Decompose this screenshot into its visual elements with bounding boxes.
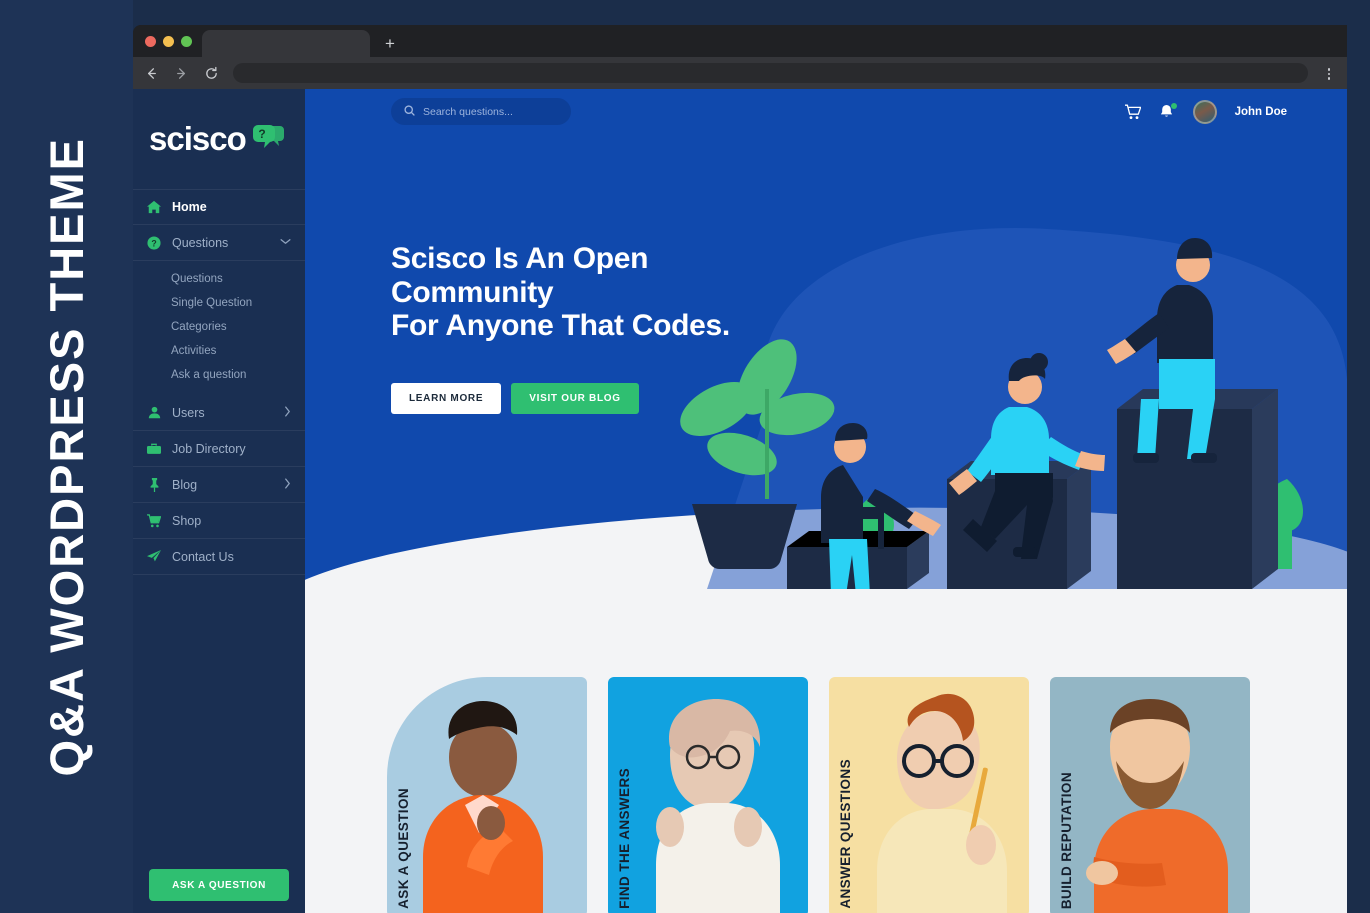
sidebar-item-home[interactable]: Home <box>133 189 305 225</box>
sidebar-item-users[interactable]: Users <box>133 395 305 431</box>
new-tab-button[interactable]: + <box>376 30 404 57</box>
search-input[interactable]: Search questions... <box>391 98 571 125</box>
hero-title-line-1: Scisco Is An Open Community <box>391 242 649 309</box>
avatar[interactable] <box>1192 99 1217 124</box>
home-icon <box>147 200 161 214</box>
paper-plane-icon <box>147 549 161 564</box>
submenu-item-questions[interactable]: Questions <box>171 267 305 291</box>
cart-icon[interactable] <box>1124 104 1141 120</box>
learn-more-button[interactable]: LEARN MORE <box>391 382 502 414</box>
feature-card-ask-a-question[interactable]: ASK A QUESTION <box>387 677 587 913</box>
card-photo <box>423 701 543 913</box>
bell-icon[interactable] <box>1159 102 1177 120</box>
browser-tab-bar: + <box>133 25 1347 57</box>
card-photo <box>877 693 1007 913</box>
card-label: ASK A QUESTION <box>396 788 411 909</box>
card-label: BUILD REPUTATION <box>1059 771 1074 909</box>
forward-icon[interactable] <box>173 65 190 82</box>
feature-card-find-the-answers[interactable]: FIND THE ANSWERS <box>608 677 808 913</box>
page-title: Scisco Is An Open Community For Anyone T… <box>391 242 811 343</box>
page-content: Search questions... John Doe Scisco Is A… <box>305 89 1347 913</box>
sidebar-item-job-directory[interactable]: Job Directory <box>133 431 305 467</box>
maximize-window-button[interactable] <box>181 35 192 47</box>
notification-badge <box>1170 102 1177 109</box>
submenu-item-categories[interactable]: Categories <box>171 315 305 339</box>
svg-text:?: ? <box>258 127 265 141</box>
card-label: FIND THE ANSWERS <box>617 768 632 909</box>
top-bar-actions: John Doe <box>1124 99 1287 124</box>
briefcase-icon <box>147 442 161 456</box>
page-viewport: scisco ? Home ? Questions Questions Sing… <box>133 89 1347 913</box>
chevron-right-icon[interactable] <box>284 405 291 420</box>
site-logo[interactable]: scisco ? <box>133 89 305 189</box>
search-icon <box>404 103 415 121</box>
browser-toolbar <box>133 57 1347 89</box>
questions-submenu: Questions Single Question Categories Act… <box>133 261 305 395</box>
feature-cards: ASK A QUESTION FIND THE ANSWERS ANSWER Q… <box>305 589 1347 913</box>
sidebar-item-label: Blog <box>172 477 198 492</box>
sidebar-item-questions[interactable]: ? Questions <box>133 225 305 261</box>
feature-card-answer-questions[interactable]: ANSWER QUESTIONS <box>829 677 1029 913</box>
question-circle-icon: ? <box>147 235 161 250</box>
sidebar-item-contact-us[interactable]: Contact Us <box>133 539 305 575</box>
promo-title: Q&A WORDPRESS THEME <box>40 136 93 777</box>
chevron-down-icon[interactable] <box>280 237 291 248</box>
sidebar-item-label: Contact Us <box>172 549 234 564</box>
logo-text: scisco <box>149 120 247 157</box>
hero-body: Scisco Is An Open Community For Anyone T… <box>305 134 1347 414</box>
feature-card-build-reputation[interactable]: BUILD REPUTATION <box>1050 677 1250 913</box>
sidebar-item-label: Home <box>172 200 207 214</box>
hero-actions: LEARN MORE VISIT OUR BLOG <box>391 382 1347 414</box>
top-bar: Search questions... John Doe <box>305 89 1347 134</box>
hero-title-line-2: For Anyone That Codes. <box>391 309 730 343</box>
kebab-menu-icon[interactable] <box>1321 64 1337 82</box>
hero-section: Search questions... John Doe Scisco Is A… <box>305 89 1347 589</box>
cart-icon <box>147 513 161 528</box>
user-icon <box>147 406 161 420</box>
question-speech-bubble-icon: ? <box>251 124 285 154</box>
minimize-window-button[interactable] <box>163 35 174 47</box>
visit-blog-button[interactable]: VISIT OUR BLOG <box>511 382 639 414</box>
chevron-right-icon[interactable] <box>284 477 291 492</box>
back-icon[interactable] <box>143 65 160 82</box>
username-label: John Doe <box>1234 105 1287 118</box>
submenu-item-activities[interactable]: Activities <box>171 339 305 363</box>
submenu-item-single-question[interactable]: Single Question <box>171 291 305 315</box>
sidebar-item-label: Questions <box>172 235 229 250</box>
search-placeholder: Search questions... <box>423 105 513 118</box>
submenu-item-ask-a-question[interactable]: Ask a question <box>171 363 305 387</box>
sidebar-item-blog[interactable]: Blog <box>133 467 305 503</box>
browser-window: + scisco ? Home ? Questions Questions Si… <box>133 25 1347 913</box>
reload-icon[interactable] <box>203 65 220 82</box>
promo-rail: Q&A WORDPRESS THEME <box>0 0 133 913</box>
browser-tab[interactable] <box>202 30 370 57</box>
svg-text:?: ? <box>151 238 156 248</box>
sidebar-menu: Home ? Questions Questions Single Questi… <box>133 189 305 575</box>
card-photo <box>656 699 780 913</box>
window-controls <box>141 25 202 57</box>
sidebar-item-shop[interactable]: Shop <box>133 503 305 539</box>
app-sidebar: scisco ? Home ? Questions Questions Sing… <box>133 89 305 913</box>
card-label: ANSWER QUESTIONS <box>838 759 853 909</box>
pin-icon <box>147 477 161 492</box>
sidebar-item-label: Shop <box>172 513 202 528</box>
ask-a-question-button[interactable]: ASK A QUESTION <box>149 869 289 901</box>
address-bar[interactable] <box>233 63 1308 83</box>
sidebar-item-label: Job Directory <box>172 441 246 456</box>
card-photo <box>1086 699 1228 913</box>
close-window-button[interactable] <box>145 35 156 47</box>
sidebar-item-label: Users <box>172 405 205 420</box>
